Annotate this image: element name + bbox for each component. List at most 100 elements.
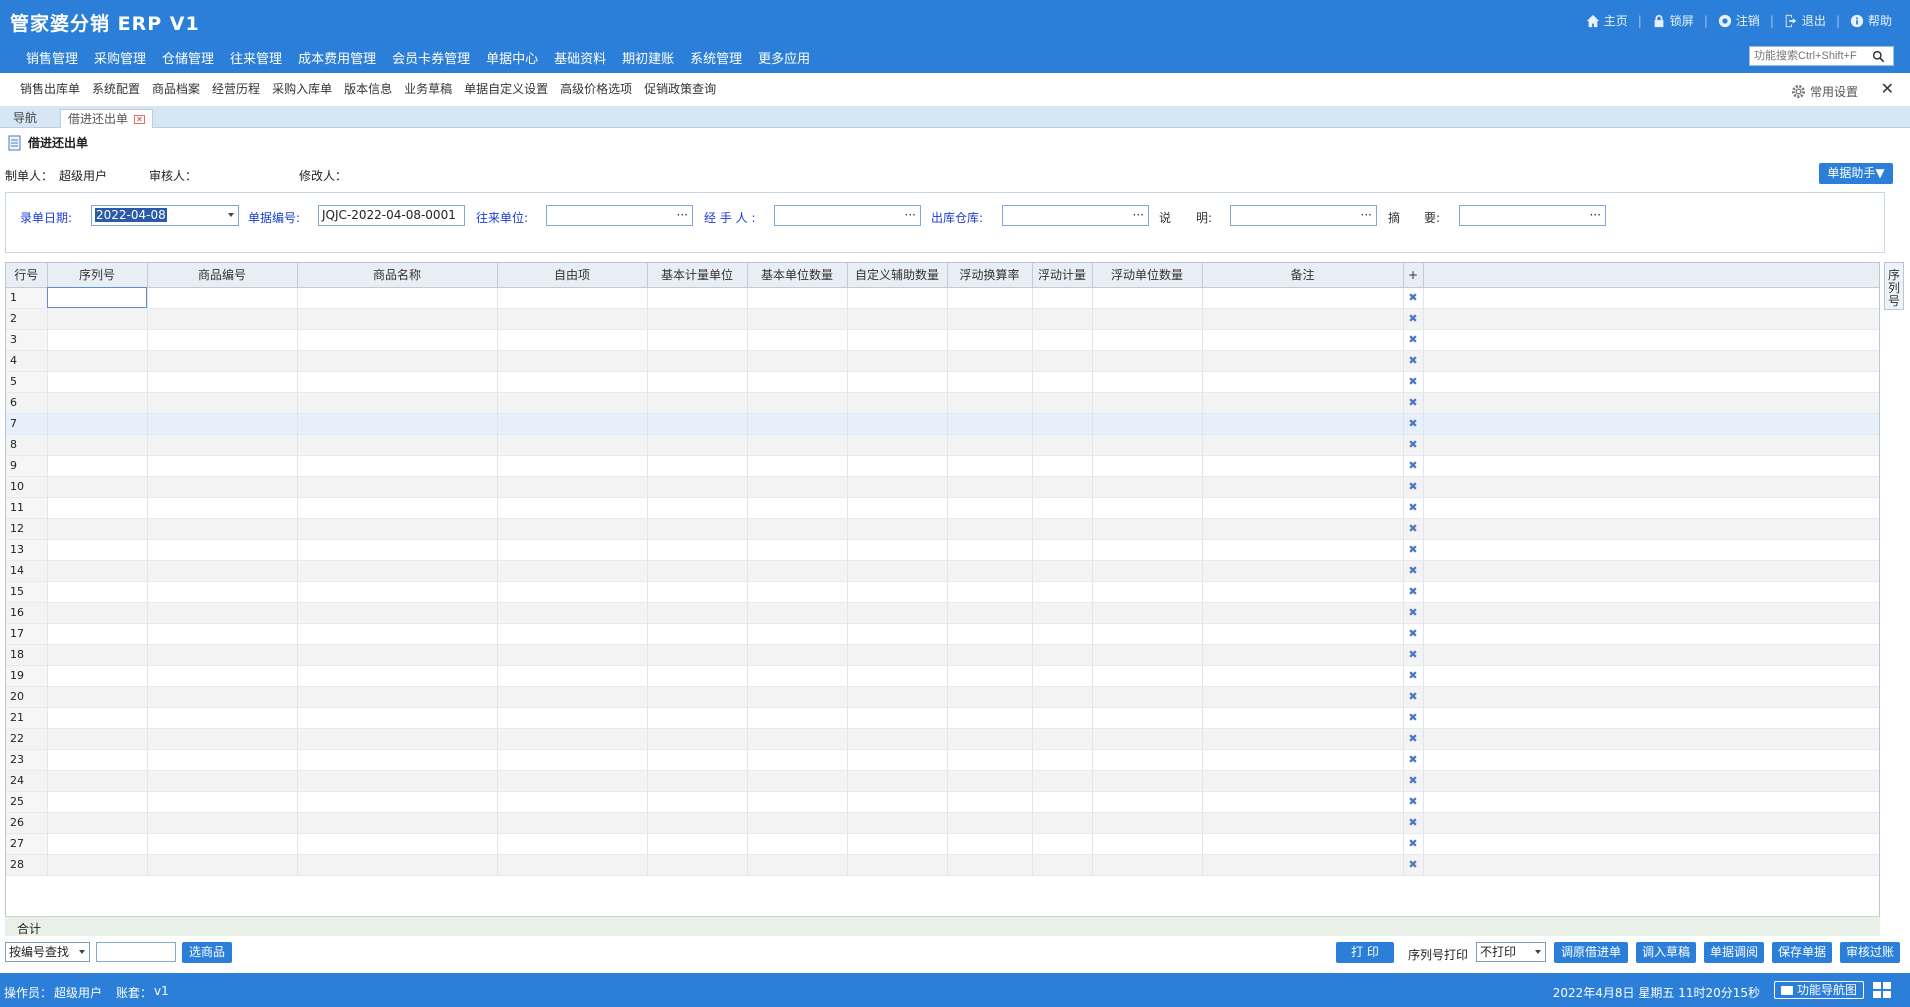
table-row[interactable]: 5 ✖ <box>6 371 1879 393</box>
grid-cell[interactable] <box>47 749 148 771</box>
grid-cell[interactable] <box>1032 539 1093 561</box>
quick-link-doc-custom[interactable]: 单据自定义设置 <box>458 80 554 97</box>
grid-cell[interactable] <box>1092 329 1203 351</box>
grid-cell[interactable] <box>1202 833 1404 855</box>
grid-cell[interactable] <box>747 539 848 561</box>
grid-cell[interactable] <box>647 287 748 309</box>
delete-row-icon[interactable]: ✖ <box>1403 728 1424 750</box>
grid-cell[interactable] <box>47 728 148 750</box>
delete-row-icon[interactable]: ✖ <box>1403 833 1424 855</box>
grid-cell[interactable] <box>47 350 148 372</box>
grid-cell[interactable] <box>1092 707 1203 729</box>
grid-cell[interactable] <box>47 287 148 309</box>
grid-cell[interactable] <box>147 623 298 645</box>
grid-cell[interactable] <box>147 770 298 792</box>
grid-cell[interactable] <box>47 707 148 729</box>
grid-cell[interactable] <box>647 749 748 771</box>
grid-cell[interactable] <box>847 476 948 498</box>
grid-cell[interactable] <box>1032 707 1093 729</box>
grid-cell[interactable] <box>647 644 748 666</box>
delete-row-icon[interactable]: ✖ <box>1403 644 1424 666</box>
grid-cell[interactable] <box>1032 770 1093 792</box>
grid-cell[interactable] <box>847 539 948 561</box>
grid-cell[interactable] <box>1092 791 1203 813</box>
grid-cell[interactable] <box>297 728 498 750</box>
grid-cell[interactable] <box>647 560 748 582</box>
grid-cell[interactable] <box>847 665 948 687</box>
grid-cell[interactable] <box>1092 308 1203 330</box>
delete-row-icon[interactable]: ✖ <box>1403 350 1424 372</box>
grid-cell[interactable] <box>947 434 1033 456</box>
delete-row-icon[interactable]: ✖ <box>1403 812 1424 834</box>
table-row[interactable]: 16 ✖ <box>6 602 1879 624</box>
grid-cell[interactable] <box>297 623 498 645</box>
grid-cell[interactable] <box>147 854 298 876</box>
grid-cell[interactable] <box>1092 749 1203 771</box>
delete-row-icon[interactable]: ✖ <box>1403 539 1424 561</box>
grid-cell[interactable] <box>1032 728 1093 750</box>
grid-cell[interactable] <box>147 833 298 855</box>
delete-row-icon[interactable]: ✖ <box>1403 665 1424 687</box>
grid-cell[interactable] <box>747 665 848 687</box>
quick-link-config[interactable]: 系统配置 <box>86 80 146 97</box>
grid-cell[interactable] <box>1092 476 1203 498</box>
grid-cell[interactable] <box>147 518 298 540</box>
grid-cell[interactable] <box>847 749 948 771</box>
grid-cell[interactable] <box>1032 665 1093 687</box>
grid-cell[interactable] <box>1092 602 1203 624</box>
grid-cell[interactable] <box>497 833 648 855</box>
grid-cell[interactable] <box>47 455 148 477</box>
quick-link-version[interactable]: 版本信息 <box>338 80 398 97</box>
grid-cell[interactable] <box>947 707 1033 729</box>
grid-cell[interactable] <box>1202 371 1404 393</box>
grid-cell[interactable] <box>747 812 848 834</box>
grid-cell[interactable] <box>647 770 748 792</box>
grid-cell[interactable] <box>747 371 848 393</box>
quick-link-sales-out[interactable]: 销售出库单 <box>14 80 86 97</box>
grid-cell[interactable] <box>297 539 498 561</box>
grid-cell[interactable] <box>497 413 648 435</box>
load-original-button[interactable]: 调原借进单 <box>1554 942 1628 963</box>
grid-cell[interactable] <box>297 329 498 351</box>
grid-cell[interactable] <box>47 497 148 519</box>
home-link[interactable]: 主页 <box>1586 12 1628 29</box>
serial-side-tab[interactable]: 序列号 <box>1884 262 1904 310</box>
col-row-no[interactable]: 行号 <box>6 263 48 288</box>
grid-cell[interactable] <box>1202 518 1404 540</box>
grid-cell[interactable] <box>1032 413 1093 435</box>
grid-cell[interactable] <box>847 707 948 729</box>
grid-cell[interactable] <box>47 665 148 687</box>
quick-link-price-options[interactable]: 高级价格选项 <box>554 80 638 97</box>
grid-cell[interactable] <box>1202 455 1404 477</box>
grid-cell[interactable] <box>647 686 748 708</box>
grid-cell[interactable] <box>297 686 498 708</box>
grid-cell[interactable] <box>947 476 1033 498</box>
table-row[interactable]: 6 ✖ <box>6 392 1879 414</box>
grid-cell[interactable] <box>1202 413 1404 435</box>
grid-cell[interactable] <box>847 413 948 435</box>
grid-cell[interactable] <box>1202 686 1404 708</box>
grid-cell[interactable] <box>497 287 648 309</box>
grid-cell[interactable] <box>947 392 1033 414</box>
grid-cell[interactable] <box>947 623 1033 645</box>
grid-cell[interactable] <box>647 539 748 561</box>
add-column-button[interactable]: + <box>1403 263 1424 288</box>
grid-cell[interactable] <box>747 791 848 813</box>
table-row[interactable]: 25 ✖ <box>6 791 1879 813</box>
grid-cell[interactable] <box>297 350 498 372</box>
grid-cell[interactable] <box>497 644 648 666</box>
grid-cell[interactable] <box>1202 539 1404 561</box>
grid-cell[interactable] <box>747 644 848 666</box>
grid-cell[interactable] <box>847 497 948 519</box>
grid-cell[interactable] <box>497 371 648 393</box>
delete-row-icon[interactable]: ✖ <box>1403 770 1424 792</box>
grid-cell[interactable] <box>297 287 498 309</box>
grid-cell[interactable] <box>947 371 1033 393</box>
save-doc-button[interactable]: 保存单据 <box>1772 942 1832 963</box>
grid-cell[interactable] <box>1202 329 1404 351</box>
delete-row-icon[interactable]: ✖ <box>1403 854 1424 876</box>
grid-cell[interactable] <box>47 644 148 666</box>
table-row[interactable]: 19 ✖ <box>6 665 1879 687</box>
grid-cell[interactable] <box>147 434 298 456</box>
grid-cell[interactable] <box>147 581 298 603</box>
